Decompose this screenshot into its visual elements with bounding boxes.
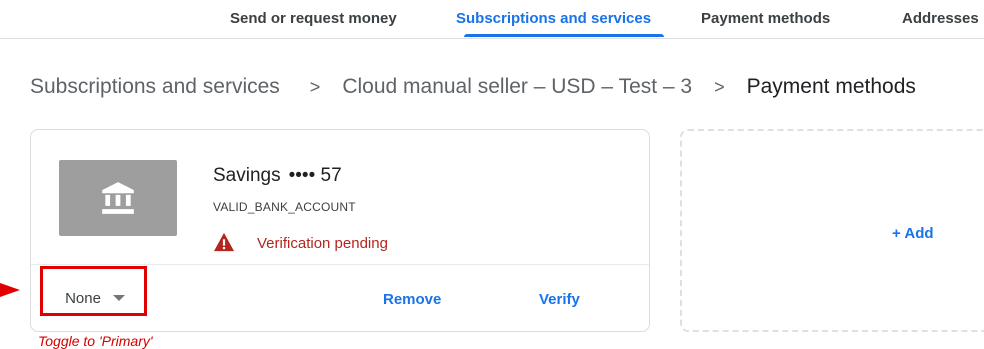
account-name: Savings <box>213 165 281 186</box>
tab-addresses[interactable]: Addresses <box>902 10 979 27</box>
add-payment-method-card[interactable] <box>680 129 984 332</box>
annotation-highlight-box <box>40 266 147 316</box>
top-nav: Send or request money Subscriptions and … <box>0 0 984 39</box>
breadcrumb-current-page: Payment methods <box>746 75 916 98</box>
card-divider <box>31 264 649 265</box>
masked-digits: •••• <box>288 165 316 186</box>
breadcrumb-subscriptions[interactable]: Subscriptions and services <box>30 75 280 99</box>
active-tab-indicator <box>464 34 664 37</box>
breadcrumb-separator: > <box>714 76 725 97</box>
account-suffix: 57 <box>320 165 342 186</box>
account-title: Savings •••• 57 <box>213 165 342 187</box>
breadcrumb: Subscriptions and services > Cloud manua… <box>30 73 916 101</box>
warning-icon <box>214 232 234 252</box>
bank-icon <box>59 160 177 236</box>
annotation-text: Toggle to 'Primary' <box>38 333 153 349</box>
add-button[interactable]: + Add <box>892 225 934 242</box>
account-type: VALID_BANK_ACCOUNT <box>213 200 356 214</box>
annotation-arrow-icon <box>0 283 20 297</box>
tab-payment-methods[interactable]: Payment methods <box>701 10 830 27</box>
breadcrumb-separator: > <box>309 76 321 97</box>
breadcrumb-cloud-seller[interactable]: Cloud manual seller – USD – Test – 3 <box>342 75 692 99</box>
remove-button[interactable]: Remove <box>383 291 441 308</box>
verify-button[interactable]: Verify <box>539 291 580 308</box>
tab-send-or-request-money[interactable]: Send or request money <box>230 10 397 27</box>
status-text: Verification pending <box>257 235 388 252</box>
tab-subscriptions-and-services[interactable]: Subscriptions and services <box>456 10 651 27</box>
